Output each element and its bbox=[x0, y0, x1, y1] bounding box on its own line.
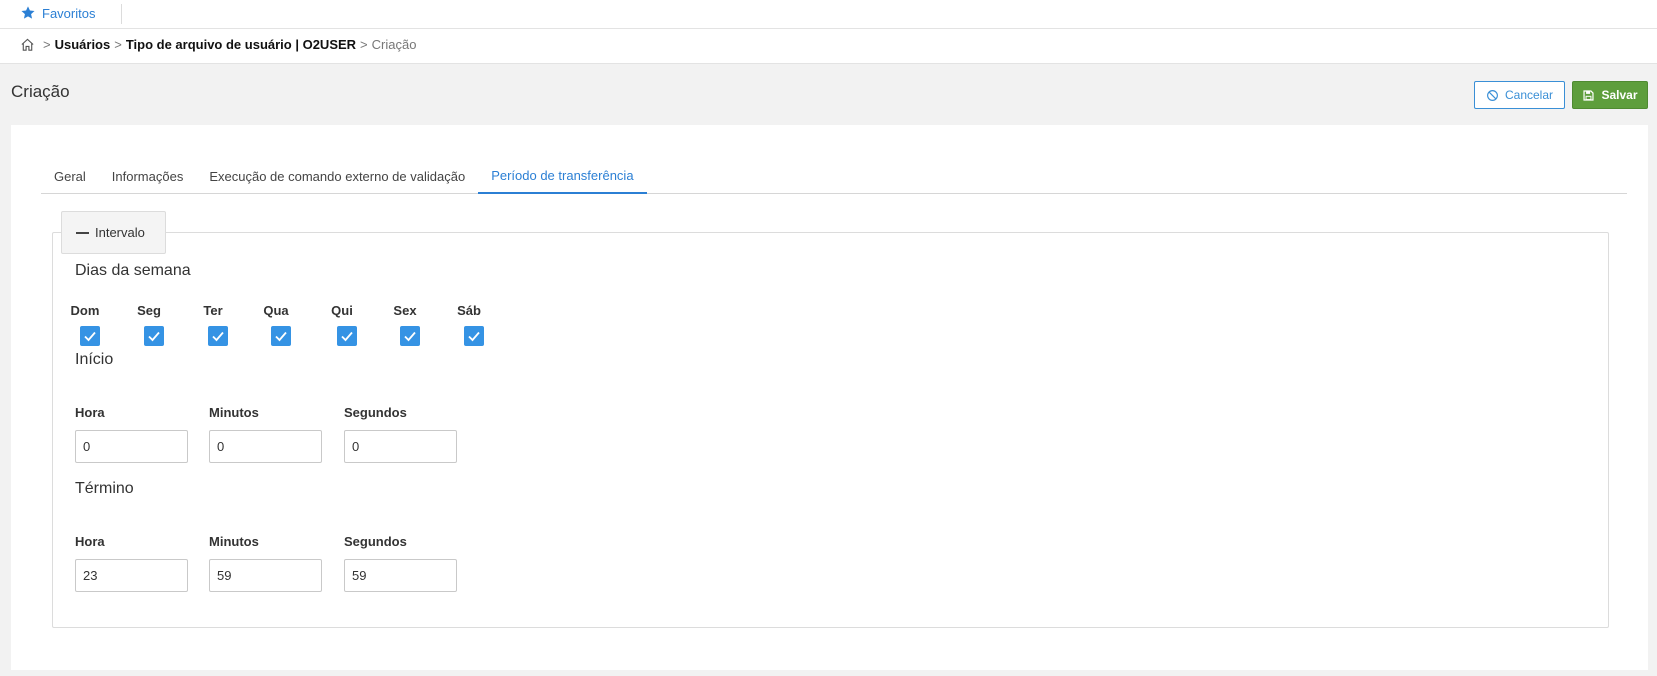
interval-collapse-toggle[interactable]: Intervalo bbox=[61, 211, 166, 254]
checkbox-sab[interactable] bbox=[464, 326, 484, 346]
breadcrumb-separator: > bbox=[114, 37, 122, 52]
checkbox-ter[interactable] bbox=[208, 326, 228, 346]
checkmark-icon bbox=[84, 331, 96, 342]
home-icon[interactable] bbox=[20, 37, 35, 52]
start-hour-label: Hora bbox=[75, 405, 105, 420]
star-icon bbox=[21, 6, 35, 19]
checkmark-icon bbox=[341, 331, 353, 342]
checkbox-qua[interactable] bbox=[271, 326, 291, 346]
breadcrumb: > Usuários > Tipo de arquivo de usuário … bbox=[20, 37, 416, 52]
start-hour-input[interactable] bbox=[75, 430, 188, 463]
checkmark-icon bbox=[468, 331, 480, 342]
end-seconds-label: Segundos bbox=[344, 534, 407, 549]
tab-execucao-comando-externo[interactable]: Execução de comando externo de validação bbox=[196, 158, 478, 194]
start-minutes-label: Minutos bbox=[209, 405, 259, 420]
cancel-label: Cancelar bbox=[1504, 88, 1554, 102]
cancel-button[interactable]: Cancelar bbox=[1474, 81, 1565, 109]
favorites-bar: Favoritos bbox=[0, 0, 1657, 29]
start-title: Início bbox=[75, 351, 114, 368]
end-hour-input[interactable] bbox=[75, 559, 188, 592]
checkmark-icon bbox=[275, 331, 287, 342]
breadcrumb-bar: > Usuários > Tipo de arquivo de usuário … bbox=[0, 29, 1657, 64]
checkbox-dom[interactable] bbox=[80, 326, 100, 346]
day-label-sex: Sex bbox=[393, 303, 417, 318]
page-title: Criação bbox=[11, 82, 70, 101]
breadcrumb-current: Criação bbox=[371, 37, 417, 52]
breadcrumb-item-tipo-arquivo[interactable]: Tipo de arquivo de usuário | O2USER bbox=[126, 37, 356, 52]
save-button[interactable]: Salvar bbox=[1572, 81, 1648, 109]
end-seconds-input[interactable] bbox=[344, 559, 457, 592]
minus-icon bbox=[76, 231, 89, 234]
checkbox-seg[interactable] bbox=[144, 326, 164, 346]
checkbox-sex[interactable] bbox=[400, 326, 420, 346]
tab-periodo-transferencia[interactable]: Período de transferência bbox=[478, 158, 647, 194]
breadcrumb-separator: > bbox=[360, 37, 368, 52]
divider bbox=[121, 4, 122, 24]
favorites-link[interactable]: Favoritos bbox=[20, 5, 95, 21]
end-title: Término bbox=[75, 480, 134, 497]
end-hour-label: Hora bbox=[75, 534, 105, 549]
day-label-qua: Qua bbox=[263, 303, 289, 318]
checkmark-icon bbox=[148, 331, 160, 342]
ban-icon bbox=[1487, 89, 1498, 101]
day-label-sab: Sáb bbox=[457, 303, 481, 318]
day-label-qui: Qui bbox=[331, 303, 353, 318]
days-of-week-title: Dias da semana bbox=[75, 262, 191, 279]
end-minutes-label: Minutos bbox=[209, 534, 259, 549]
day-label-dom: Dom bbox=[70, 303, 100, 318]
start-minutes-input[interactable] bbox=[209, 430, 322, 463]
checkmark-icon bbox=[212, 331, 224, 342]
tab-informacoes[interactable]: Informações bbox=[99, 158, 197, 194]
breadcrumb-item-usuarios[interactable]: Usuários bbox=[55, 37, 111, 52]
end-minutes-input[interactable] bbox=[209, 559, 322, 592]
checkmark-icon bbox=[404, 331, 416, 342]
floppy-disk-icon bbox=[1583, 89, 1595, 101]
day-label-seg: Seg bbox=[137, 303, 161, 318]
start-seconds-input[interactable] bbox=[344, 430, 457, 463]
tab-geral[interactable]: Geral bbox=[41, 158, 99, 194]
day-label-ter: Ter bbox=[203, 303, 223, 318]
tab-bar: Geral Informações Execução de comando ex… bbox=[41, 158, 1627, 194]
main-panel: Geral Informações Execução de comando ex… bbox=[11, 125, 1648, 670]
save-label: Salvar bbox=[1601, 88, 1638, 102]
breadcrumb-separator: > bbox=[43, 37, 51, 52]
favorites-label: Favoritos bbox=[42, 5, 96, 21]
interval-legend: Intervalo bbox=[95, 225, 145, 240]
start-seconds-label: Segundos bbox=[344, 405, 407, 420]
checkbox-qui[interactable] bbox=[337, 326, 357, 346]
